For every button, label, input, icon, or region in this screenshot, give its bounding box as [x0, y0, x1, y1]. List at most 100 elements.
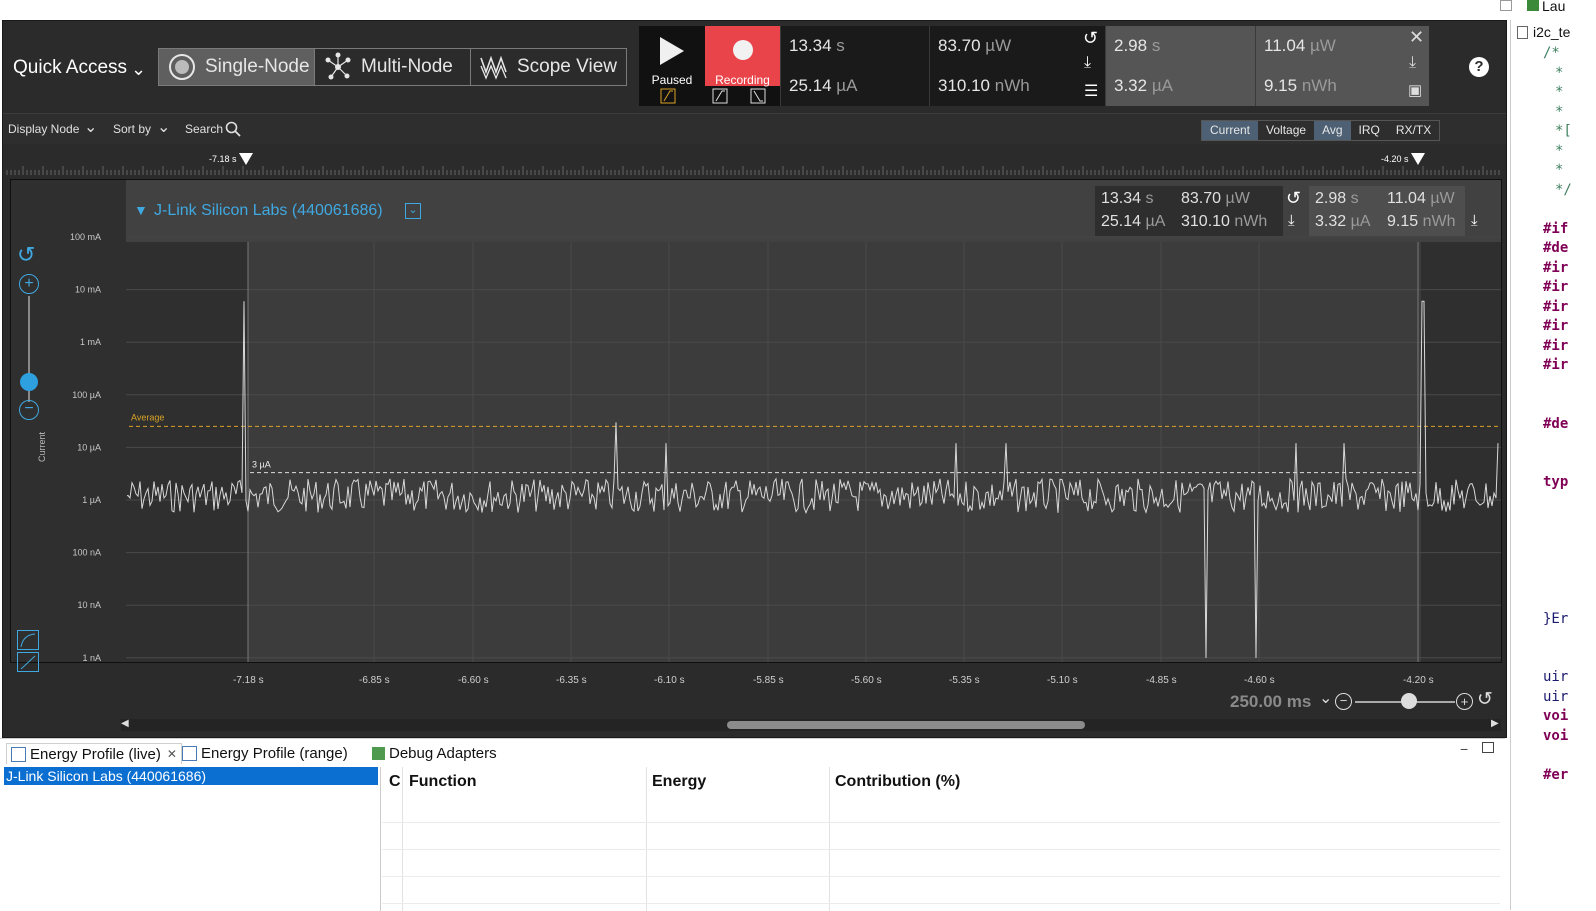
code-line: #ir [1543, 357, 1569, 373]
node-download-icon[interactable]: ⤓ [1288, 212, 1295, 229]
node-name[interactable]: J-Link Silicon Labs (440061686) [154, 202, 383, 220]
trigger-rising-button[interactable] [659, 88, 679, 106]
current-chart[interactable]: 100 mA 10 mA 1 mA 100 µA 10 µA 1 µA 100 nA 10 n… [10, 179, 1502, 672]
tab-rxtx[interactable]: RX/TX [1388, 121, 1439, 140]
tab-energy-profile-range[interactable]: Energy Profile (range) [182, 743, 348, 763]
chevron-down-icon[interactable]: ⌄ [1319, 688, 1332, 708]
trigger-start-button[interactable] [711, 88, 731, 106]
single-node-label: Single-Node [205, 56, 310, 77]
time-zoom-in-icon[interactable]: + [1456, 693, 1473, 710]
maximize-icon[interactable] [1482, 742, 1494, 753]
log-scale-icon[interactable] [17, 630, 39, 650]
scroll-thumb[interactable] [727, 721, 1085, 729]
close-icon[interactable]: ✕ [1409, 27, 1424, 48]
device-list-item[interactable]: J-Link Silicon Labs (440061686) [4, 767, 378, 785]
tab-irq[interactable]: IRQ [1351, 121, 1388, 140]
node-sel-download-icon[interactable]: ⤓ [1471, 212, 1478, 229]
zoom-level[interactable]: 250.00 ms [1230, 692, 1311, 712]
tab-avg[interactable]: Avg [1314, 121, 1351, 140]
chevron-down-icon[interactable]: ⌄ [131, 59, 146, 80]
col-divider [402, 767, 403, 911]
minimize-icon[interactable]: − [1460, 741, 1468, 757]
column-header-function[interactable]: Function [409, 773, 477, 791]
sel-download-icon[interactable]: ⤓ [1409, 54, 1416, 72]
single-node-button[interactable]: Single-Node [158, 48, 315, 86]
node-header: ▼ J-Link Silicon Labs (440061686) ⌄ 13.3… [126, 180, 1501, 242]
time-zoom-handle[interactable] [1401, 693, 1417, 709]
multi-node-icon [325, 52, 351, 80]
zoom-out-icon[interactable]: − [19, 400, 39, 420]
y-axis-title: Current [37, 431, 47, 462]
trigger-stop-button[interactable] [749, 88, 769, 106]
launch-label[interactable]: Lau [1542, 0, 1565, 14]
total-time: 13.34 s [789, 36, 845, 55]
node-dropdown-icon[interactable]: ⌄ [405, 203, 421, 219]
launch-icon[interactable] [1527, 0, 1539, 11]
function-table: C Function Energy Contribution (%) [382, 767, 1500, 911]
node-energy: 310.10 nWh [1181, 213, 1268, 230]
current-trace-plot[interactable]: 100 mA 10 mA 1 mA 100 µA 10 µA 1 µA 100 nA 10 n… [11, 180, 1501, 662]
tab-voltage[interactable]: Voltage [1258, 121, 1314, 140]
x-tick-label: -4.85 s [1146, 675, 1177, 686]
scope-view-label: Scope View [517, 56, 617, 77]
chevron-down-icon[interactable]: ⌄ [157, 117, 170, 137]
reset-icon[interactable]: ↺ [1083, 28, 1098, 49]
selection-average-label: 3 µA [252, 460, 271, 470]
help-icon[interactable]: ? [1469, 57, 1489, 77]
time-ruler[interactable]: -7.18 s -4.20 s [3, 144, 1506, 175]
single-node-icon [169, 54, 195, 80]
right-marker-handle[interactable] [1411, 153, 1425, 165]
row-divider [382, 876, 1500, 877]
sel-time-current-stat: 2.98 s 3.32 µA [1105, 26, 1256, 106]
collapse-icon[interactable]: ▼ [134, 202, 148, 218]
y-tick-label: 1 nA [82, 653, 101, 662]
zoom-in-icon[interactable]: + [19, 274, 39, 294]
code-line: #de [1543, 240, 1569, 256]
download-icon[interactable]: ⤓ [1084, 54, 1091, 72]
record-button[interactable]: Recording [705, 26, 780, 87]
y-tick-label: 100 nA [72, 548, 101, 558]
tab-energy-profile-live[interactable]: Energy Profile (live) ✕ [6, 743, 182, 764]
left-marker-handle[interactable] [239, 153, 253, 165]
chevron-down-icon[interactable]: ⌄ [84, 117, 97, 137]
list-icon[interactable]: ☰ [1084, 81, 1098, 101]
search-icon[interactable] [225, 121, 241, 137]
signal-tabs: Current Voltage Avg IRQ RX/TX [1201, 120, 1441, 141]
unselected-region-left [126, 242, 248, 662]
sel-energy: 9.15 nWh [1264, 76, 1337, 95]
column-header-contribution[interactable]: Contribution (%) [835, 773, 960, 791]
column-header-c[interactable]: C [389, 773, 401, 791]
energy-profile-icon [11, 746, 26, 762]
time-reset-icon[interactable]: ↺ [1477, 688, 1493, 711]
node-reset-icon[interactable]: ↺ [1286, 188, 1301, 209]
y-tick-label: 1 mA [80, 337, 101, 347]
scroll-right-icon[interactable]: ▶ [1491, 718, 1499, 729]
tab-energy-profile-live-label: Energy Profile (live) [30, 745, 161, 763]
display-node-menu[interactable]: Display Node [8, 122, 79, 136]
node-current: 25.14 µA [1101, 213, 1166, 230]
tab-current[interactable]: Current [1202, 121, 1259, 140]
tab-debug-adapters[interactable]: Debug Adapters [372, 743, 497, 763]
horizontal-scrollbar[interactable]: ◀ ▶ [121, 718, 1501, 731]
zoom-slider-handle[interactable] [20, 373, 38, 391]
scope-view-button[interactable]: Scope View [470, 48, 627, 86]
code-line: * [1555, 64, 1564, 81]
quick-access-menu[interactable]: Quick Access [13, 57, 127, 79]
multi-node-button[interactable]: Multi-Node [314, 48, 471, 86]
time-zoom-out-icon[interactable]: − [1335, 693, 1352, 710]
trigger-start-icon [712, 88, 728, 104]
x-tick-label: -5.35 s [949, 675, 980, 686]
search-button[interactable]: Search [185, 122, 223, 136]
editor-tab[interactable]: i2c_te [1533, 24, 1570, 40]
code-editor[interactable]: i2c_te /* * * * *[* * */ #if #de #ir #ir #ir #ir #ir #… [1510, 20, 1596, 910]
close-tab-icon[interactable]: ✕ [167, 747, 177, 761]
grid-icon[interactable] [1500, 0, 1512, 11]
sort-by-menu[interactable]: Sort by [113, 122, 151, 136]
play-button[interactable]: Paused [639, 26, 705, 87]
code-line: #ir [1543, 337, 1569, 354]
column-header-energy[interactable]: Energy [652, 773, 706, 791]
zoom-reset-icon[interactable]: ↺ [17, 242, 35, 268]
scroll-left-icon[interactable]: ◀ [121, 718, 129, 729]
code-line: uir [1543, 688, 1569, 705]
focus-icon[interactable]: ▣ [1408, 81, 1422, 99]
